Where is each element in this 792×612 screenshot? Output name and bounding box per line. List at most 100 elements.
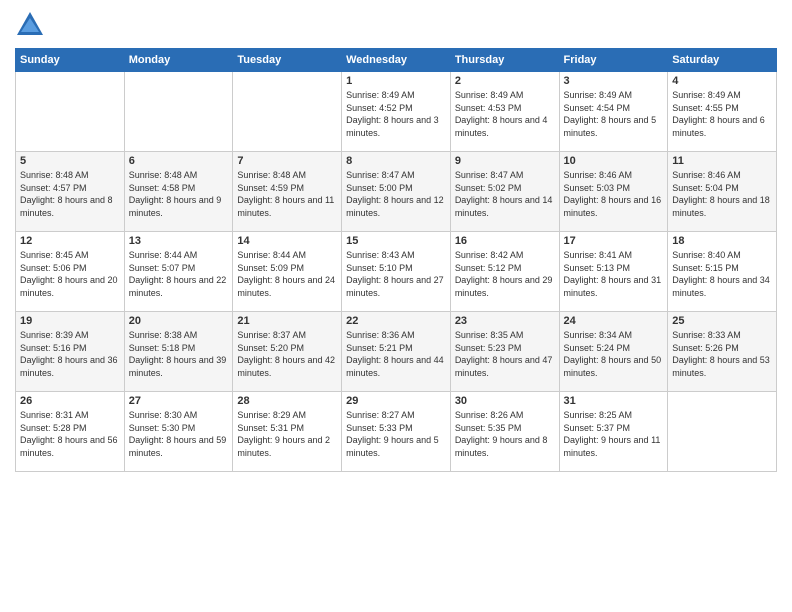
calendar-table: SundayMondayTuesdayWednesdayThursdayFrid…	[15, 48, 777, 472]
day-number: 16	[455, 235, 555, 247]
calendar-cell: 17 Sunrise: 8:41 AMSunset: 5:13 PMDayligh…	[559, 232, 668, 312]
weekday-header-saturday: Saturday	[668, 49, 777, 72]
day-number: 21	[237, 315, 337, 327]
weekday-header-monday: Monday	[124, 49, 233, 72]
day-number: 2	[455, 75, 555, 87]
calendar-cell: 12 Sunrise: 8:45 AMSunset: 5:06 PMDayligh…	[16, 232, 125, 312]
calendar-cell	[668, 392, 777, 472]
day-info: Sunrise: 8:42 AMSunset: 5:12 PMDaylight:…	[455, 249, 555, 299]
day-info: Sunrise: 8:26 AMSunset: 5:35 PMDaylight:…	[455, 409, 555, 459]
calendar-cell: 11 Sunrise: 8:46 AMSunset: 5:04 PMDayligh…	[668, 152, 777, 232]
day-number: 9	[455, 155, 555, 167]
page: SundayMondayTuesdayWednesdayThursdayFrid…	[0, 0, 792, 612]
calendar-cell: 31 Sunrise: 8:25 AMSunset: 5:37 PMDayligh…	[559, 392, 668, 472]
calendar-cell: 15 Sunrise: 8:43 AMSunset: 5:10 PMDayligh…	[342, 232, 451, 312]
weekday-header-tuesday: Tuesday	[233, 49, 342, 72]
day-number: 27	[129, 395, 229, 407]
logo	[15, 10, 49, 40]
header	[15, 10, 777, 40]
calendar-cell: 21 Sunrise: 8:37 AMSunset: 5:20 PMDayligh…	[233, 312, 342, 392]
day-info: Sunrise: 8:44 AMSunset: 5:09 PMDaylight:…	[237, 249, 337, 299]
day-number: 5	[20, 155, 120, 167]
day-number: 3	[564, 75, 664, 87]
day-number: 25	[672, 315, 772, 327]
day-number: 20	[129, 315, 229, 327]
day-number: 30	[455, 395, 555, 407]
calendar-cell: 1 Sunrise: 8:49 AMSunset: 4:52 PMDaylight…	[342, 72, 451, 152]
day-number: 15	[346, 235, 446, 247]
day-info: Sunrise: 8:31 AMSunset: 5:28 PMDaylight:…	[20, 409, 120, 459]
day-info: Sunrise: 8:49 AMSunset: 4:53 PMDaylight:…	[455, 89, 555, 139]
calendar-cell: 26 Sunrise: 8:31 AMSunset: 5:28 PMDayligh…	[16, 392, 125, 472]
day-info: Sunrise: 8:47 AMSunset: 5:00 PMDaylight:…	[346, 169, 446, 219]
calendar-cell: 8Sunrise: 8:47 AMSunset: 5:00 PMDaylight…	[342, 152, 451, 232]
day-info: Sunrise: 8:29 AMSunset: 5:31 PMDaylight:…	[237, 409, 337, 459]
day-info: Sunrise: 8:41 AMSunset: 5:13 PMDaylight:…	[564, 249, 664, 299]
weekday-header-thursday: Thursday	[450, 49, 559, 72]
day-number: 31	[564, 395, 664, 407]
logo-icon	[15, 10, 45, 40]
day-info: Sunrise: 8:44 AMSunset: 5:07 PMDaylight:…	[129, 249, 229, 299]
calendar-cell: 5 Sunrise: 8:48 AMSunset: 4:57 PMDaylight…	[16, 152, 125, 232]
calendar-cell: 22 Sunrise: 8:36 AMSunset: 5:21 PMDayligh…	[342, 312, 451, 392]
day-info: Sunrise: 8:36 AMSunset: 5:21 PMDaylight:…	[346, 329, 446, 379]
day-info: Sunrise: 8:46 AMSunset: 5:03 PMDaylight:…	[564, 169, 664, 219]
day-info: Sunrise: 8:48 AMSunset: 4:57 PMDaylight:…	[20, 169, 120, 219]
day-number: 19	[20, 315, 120, 327]
day-info: Sunrise: 8:49 AMSunset: 4:54 PMDaylight:…	[564, 89, 664, 139]
day-number: 12	[20, 235, 120, 247]
day-info: Sunrise: 8:25 AMSunset: 5:37 PMDaylight:…	[564, 409, 664, 459]
week-row-2: 5 Sunrise: 8:48 AMSunset: 4:57 PMDaylight…	[16, 152, 777, 232]
calendar-cell: 16 Sunrise: 8:42 AMSunset: 5:12 PMDayligh…	[450, 232, 559, 312]
day-number: 14	[237, 235, 337, 247]
day-number: 18	[672, 235, 772, 247]
calendar-cell	[124, 72, 233, 152]
day-info: Sunrise: 8:47 AMSunset: 5:02 PMDaylight:…	[455, 169, 555, 219]
day-number: 10	[564, 155, 664, 167]
day-info: Sunrise: 8:39 AMSunset: 5:16 PMDaylight:…	[20, 329, 120, 379]
weekday-header-sunday: Sunday	[16, 49, 125, 72]
day-info: Sunrise: 8:49 AMSunset: 4:55 PMDaylight:…	[672, 89, 772, 139]
week-row-1: 1 Sunrise: 8:49 AMSunset: 4:52 PMDaylight…	[16, 72, 777, 152]
day-number: 6	[129, 155, 229, 167]
day-info: Sunrise: 8:48 AMSunset: 4:59 PMDaylight:…	[237, 169, 337, 219]
calendar-cell: 20 Sunrise: 8:38 AMSunset: 5:18 PMDayligh…	[124, 312, 233, 392]
calendar-cell	[233, 72, 342, 152]
week-row-3: 12 Sunrise: 8:45 AMSunset: 5:06 PMDayligh…	[16, 232, 777, 312]
calendar-cell: 23 Sunrise: 8:35 AMSunset: 5:23 PMDayligh…	[450, 312, 559, 392]
day-number: 22	[346, 315, 446, 327]
weekday-header-row: SundayMondayTuesdayWednesdayThursdayFrid…	[16, 49, 777, 72]
calendar-cell: 19 Sunrise: 8:39 AMSunset: 5:16 PMDayligh…	[16, 312, 125, 392]
day-number: 1	[346, 75, 446, 87]
day-number: 13	[129, 235, 229, 247]
day-number: 7	[237, 155, 337, 167]
day-info: Sunrise: 8:49 AMSunset: 4:52 PMDaylight:…	[346, 89, 446, 139]
day-number: 4	[672, 75, 772, 87]
day-number: 26	[20, 395, 120, 407]
day-info: Sunrise: 8:38 AMSunset: 5:18 PMDaylight:…	[129, 329, 229, 379]
day-info: Sunrise: 8:27 AMSunset: 5:33 PMDaylight:…	[346, 409, 446, 459]
day-number: 28	[237, 395, 337, 407]
week-row-4: 19 Sunrise: 8:39 AMSunset: 5:16 PMDayligh…	[16, 312, 777, 392]
day-number: 23	[455, 315, 555, 327]
day-number: 29	[346, 395, 446, 407]
day-info: Sunrise: 8:43 AMSunset: 5:10 PMDaylight:…	[346, 249, 446, 299]
day-number: 17	[564, 235, 664, 247]
day-info: Sunrise: 8:35 AMSunset: 5:23 PMDaylight:…	[455, 329, 555, 379]
calendar-cell: 29 Sunrise: 8:27 AMSunset: 5:33 PMDayligh…	[342, 392, 451, 472]
calendar-cell: 14 Sunrise: 8:44 AMSunset: 5:09 PMDayligh…	[233, 232, 342, 312]
day-info: Sunrise: 8:30 AMSunset: 5:30 PMDaylight:…	[129, 409, 229, 459]
calendar-cell: 2 Sunrise: 8:49 AMSunset: 4:53 PMDaylight…	[450, 72, 559, 152]
calendar-cell: 28 Sunrise: 8:29 AMSunset: 5:31 PMDayligh…	[233, 392, 342, 472]
day-info: Sunrise: 8:37 AMSunset: 5:20 PMDaylight:…	[237, 329, 337, 379]
calendar-cell	[16, 72, 125, 152]
calendar-cell: 9 Sunrise: 8:47 AMSunset: 5:02 PMDaylight…	[450, 152, 559, 232]
day-number: 11	[672, 155, 772, 167]
day-info: Sunrise: 8:46 AMSunset: 5:04 PMDaylight:…	[672, 169, 772, 219]
day-info: Sunrise: 8:45 AMSunset: 5:06 PMDaylight:…	[20, 249, 120, 299]
calendar-cell: 30 Sunrise: 8:26 AMSunset: 5:35 PMDayligh…	[450, 392, 559, 472]
day-info: Sunrise: 8:34 AMSunset: 5:24 PMDaylight:…	[564, 329, 664, 379]
calendar-cell: 25Sunrise: 8:33 AMSunset: 5:26 PMDayligh…	[668, 312, 777, 392]
calendar-cell: 27 Sunrise: 8:30 AMSunset: 5:30 PMDayligh…	[124, 392, 233, 472]
day-number: 24	[564, 315, 664, 327]
